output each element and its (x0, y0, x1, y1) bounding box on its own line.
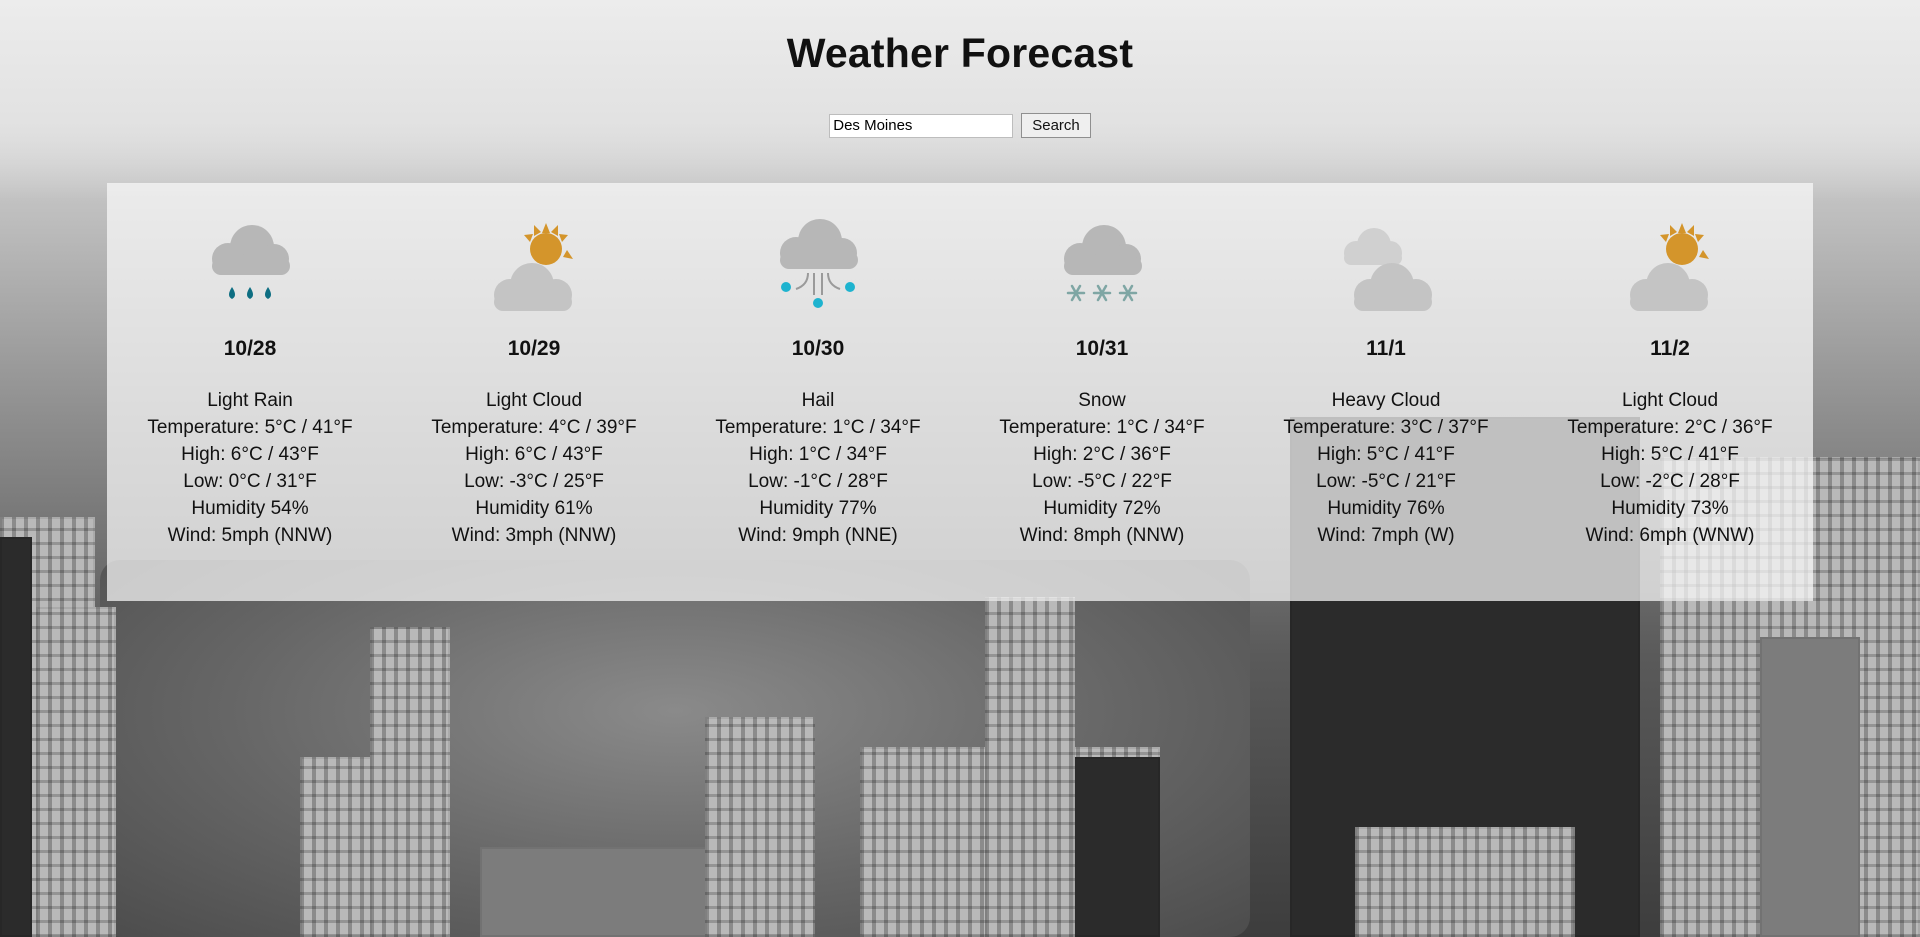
forecast-humidity: Humidity 73% (1611, 498, 1729, 519)
forecast-day: 11/2 Light Cloud Temperature: 2°C / 36°F… (1545, 183, 1795, 601)
forecast-condition: Light Cloud (1621, 390, 1719, 411)
forecast-temperature: Temperature: 1°C / 34°F (999, 417, 1205, 438)
forecast-high: High: 1°C / 34°F (749, 444, 887, 465)
forecast-high: High: 5°C / 41°F (1601, 444, 1739, 465)
forecast-date: 11/1 (1366, 337, 1406, 360)
forecast-day: 10/30 Hail Temperature: 1°C / 34°F High:… (693, 183, 943, 601)
heavy-cloud-icon (1344, 228, 1432, 311)
forecast-day: 10/28 Light Rain Temperature: 5°C / 41°F… (125, 183, 375, 601)
forecast-high: High: 6°C / 43°F (181, 444, 319, 465)
forecast-wind: Wind: 7mph (W) (1317, 525, 1455, 546)
forecast-temperature: Temperature: 2°C / 36°F (1567, 417, 1773, 438)
forecast-low: Low: -3°C / 25°F (464, 471, 604, 492)
forecast-wind: Wind: 8mph (NNW) (1019, 525, 1185, 546)
forecast-panel: 10/28 Light Rain Temperature: 5°C / 41°F… (107, 183, 1813, 601)
forecast-wind: Wind: 9mph (NNE) (738, 525, 898, 546)
sun-cloud-icon (494, 223, 573, 311)
forecast-day: 10/29 Light Cloud Temperature: 4°C / 39°… (409, 183, 659, 601)
forecast-low: Low: 0°C / 31°F (183, 471, 317, 492)
forecast-date: 11/2 (1650, 337, 1690, 360)
forecast-wind: Wind: 5mph (NNW) (167, 525, 333, 546)
forecast-low: Low: -1°C / 28°F (748, 471, 888, 492)
search-button[interactable]: Search (1021, 113, 1091, 138)
forecast-high: High: 2°C / 36°F (1033, 444, 1171, 465)
forecast-temperature: Temperature: 3°C / 37°F (1283, 417, 1489, 438)
forecast-wind: Wind: 3mph (NNW) (451, 525, 617, 546)
forecast-day: 10/31 Snow Temperature: 1°C / 34°F High:… (977, 183, 1227, 601)
search-bar: Search (0, 113, 1920, 138)
city-search-input[interactable] (829, 113, 1014, 138)
forecast-date: 10/29 (507, 337, 561, 360)
forecast-temperature: Temperature: 1°C / 34°F (715, 417, 921, 438)
forecast-day: 11/1 Heavy Cloud Temperature: 3°C / 37°F… (1261, 183, 1511, 601)
forecast-humidity: Humidity 54% (191, 498, 309, 519)
forecast-wind: Wind: 6mph (WNW) (1585, 525, 1755, 546)
snow-icon (1064, 225, 1142, 302)
forecast-low: Low: -5°C / 22°F (1032, 471, 1172, 492)
forecast-low: Low: -2°C / 28°F (1600, 471, 1740, 492)
forecast-low: Low: -5°C / 21°F (1316, 471, 1456, 492)
forecast-humidity: Humidity 61% (475, 498, 593, 519)
rain-icon (212, 225, 290, 299)
forecast-humidity: Humidity 72% (1043, 498, 1161, 519)
forecast-condition: Hail (801, 390, 835, 411)
forecast-condition: Snow (1078, 390, 1126, 411)
forecast-condition: Light Rain (207, 390, 293, 411)
forecast-date: 10/30 (791, 337, 845, 360)
hail-icon (780, 219, 858, 308)
forecast-date: 10/31 (1075, 337, 1129, 360)
forecast-date: 10/28 (223, 337, 277, 360)
forecast-temperature: Temperature: 4°C / 39°F (431, 417, 637, 438)
page-title: Weather Forecast (786, 30, 1134, 76)
forecast-humidity: Humidity 77% (759, 498, 877, 519)
forecast-humidity: Humidity 76% (1327, 498, 1445, 519)
forecast-condition: Heavy Cloud (1331, 390, 1441, 411)
forecast-high: High: 5°C / 41°F (1317, 444, 1455, 465)
forecast-temperature: Temperature: 5°C / 41°F (147, 417, 353, 438)
sun-cloud-icon (1630, 223, 1709, 311)
forecast-condition: Light Cloud (485, 390, 583, 411)
forecast-high: High: 6°C / 43°F (465, 444, 603, 465)
